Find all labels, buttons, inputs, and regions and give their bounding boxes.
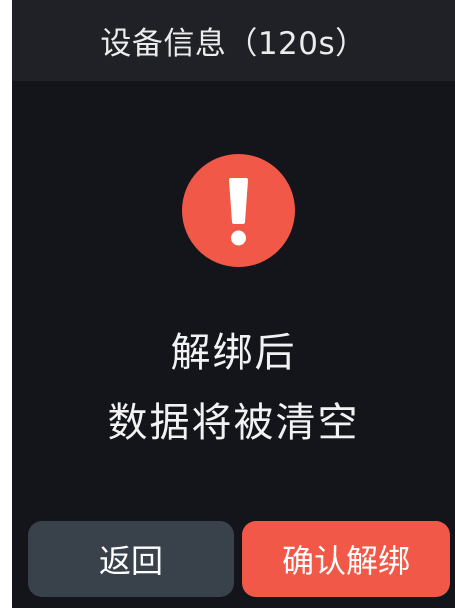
device-screen: 设备信息（120s） 解绑后 数据将被清空 返回 确认解绑: [12, 0, 455, 608]
confirm-unbind-button[interactable]: 确认解绑: [242, 521, 450, 597]
alert-message-line-2: 数据将被清空: [107, 400, 360, 446]
alert-message-line-1: 解绑后: [170, 330, 297, 376]
page-title: 设备信息（120s）: [100, 26, 367, 62]
back-button-label: 返回: [98, 542, 163, 580]
exclamation-icon: [182, 154, 295, 267]
header-bar: 设备信息（120s）: [12, 0, 455, 81]
confirm-unbind-button-label: 确认解绑: [281, 542, 410, 580]
back-button[interactable]: 返回: [28, 521, 234, 597]
